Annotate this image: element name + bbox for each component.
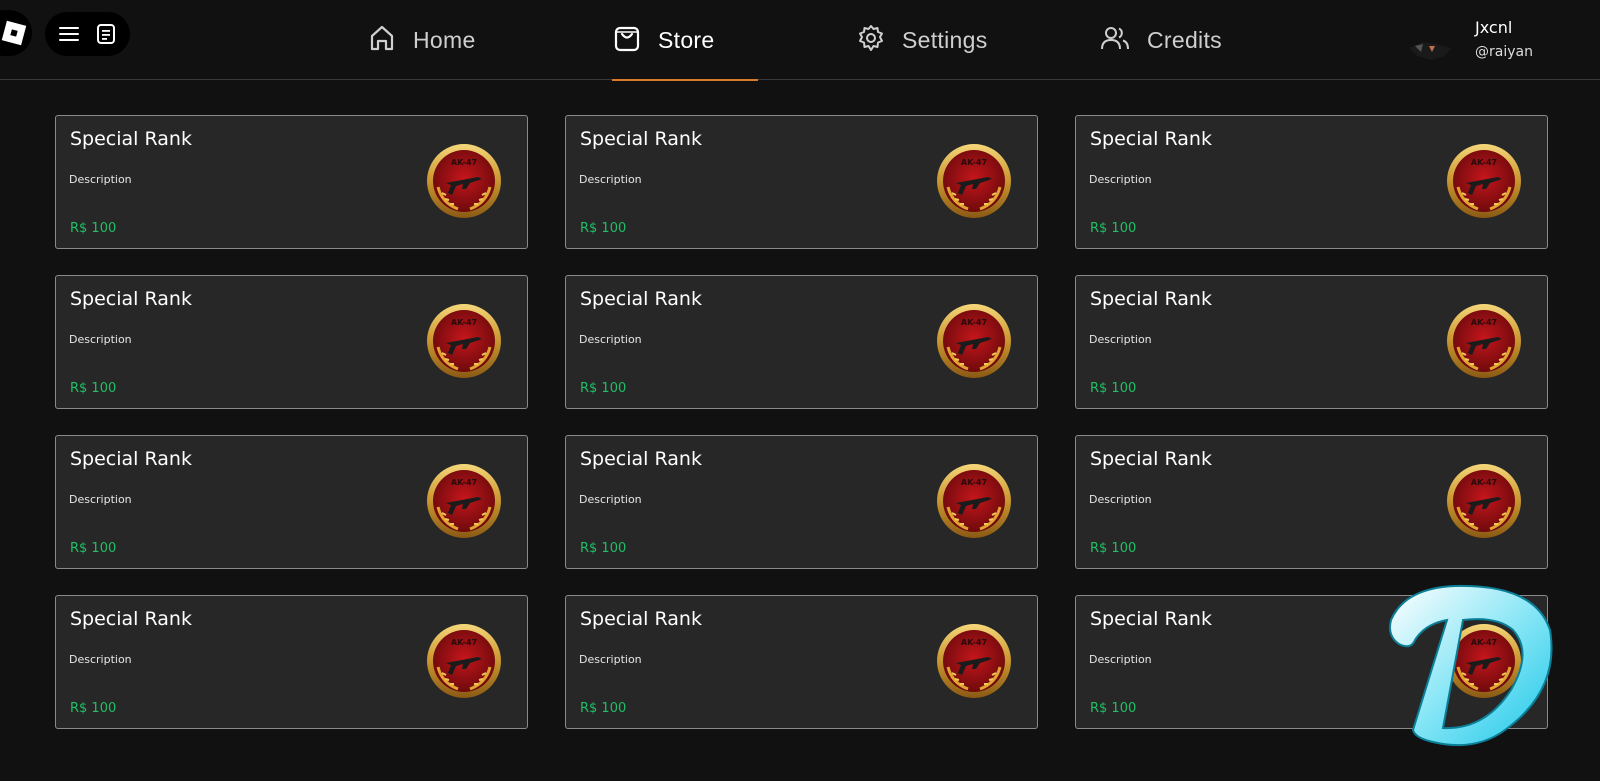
user-profile[interactable]: Jxcnl @raiyan	[1405, 14, 1595, 68]
item-title: Special Rank	[580, 608, 702, 630]
store-item-card[interactable]: Special Rank Description R$ 100 AK-47	[55, 595, 528, 729]
store-item-card[interactable]: Special Rank Description R$ 100 AK-47	[55, 435, 528, 569]
item-title: Special Rank	[1090, 448, 1212, 470]
item-description: Description	[1089, 173, 1152, 186]
rank-badge-icon: AK-47	[1446, 623, 1522, 699]
item-price: R$ 100	[70, 541, 117, 556]
rank-badge-icon: AK-47	[426, 303, 502, 379]
item-title: Special Rank	[70, 608, 192, 630]
item-title: Special Rank	[580, 288, 702, 310]
item-price: R$ 100	[1090, 541, 1137, 556]
avatar	[1405, 32, 1455, 66]
roblox-logo-icon	[1, 20, 27, 46]
nav-credits-label: Credits	[1147, 26, 1222, 53]
item-description: Description	[1089, 493, 1152, 506]
profile-name: Jxcnl	[1475, 18, 1513, 37]
item-price: R$ 100	[1090, 381, 1137, 396]
rank-badge-icon: AK-47	[936, 623, 1012, 699]
shopping-bag-icon	[612, 23, 642, 57]
item-description: Description	[69, 333, 132, 346]
rank-badge-icon: AK-47	[426, 463, 502, 539]
nav-settings-label: Settings	[902, 26, 988, 53]
rank-badge-icon: AK-47	[936, 463, 1012, 539]
hamburger-menu-icon[interactable]	[53, 18, 85, 50]
badge-ak47-text: AK-47	[961, 638, 987, 647]
item-price: R$ 100	[70, 221, 117, 236]
badge-ak47-text: AK-47	[1471, 158, 1497, 167]
rank-badge-icon: AK-47	[1446, 463, 1522, 539]
item-description: Description	[69, 493, 132, 506]
store-item-card[interactable]: Special Rank Description R$ 100 AK-47	[1075, 435, 1548, 569]
item-title: Special Rank	[70, 128, 192, 150]
store-item-card[interactable]: Special Rank Description R$ 100 AK-47	[1075, 275, 1548, 409]
item-price: R$ 100	[580, 541, 627, 556]
store-item-card[interactable]: Special Rank Description R$ 100 AK-47	[55, 275, 528, 409]
home-icon	[367, 23, 397, 57]
item-title: Special Rank	[580, 448, 702, 470]
badge-ak47-text: AK-47	[1471, 478, 1497, 487]
item-description: Description	[579, 333, 642, 346]
item-title: Special Rank	[70, 448, 192, 470]
badge-ak47-text: AK-47	[451, 158, 477, 167]
store-item-card[interactable]: Special Rank Description R$ 100 AK-47	[565, 435, 1038, 569]
item-description: Description	[579, 653, 642, 666]
item-price: R$ 100	[580, 221, 627, 236]
nav-store[interactable]: Store	[612, 0, 758, 81]
store-grid: Special Rank Description R$ 100 AK-47 Specia…	[55, 115, 1549, 729]
store-item-card[interactable]: Special Rank Description R$ 100 AK-47	[1075, 115, 1548, 249]
item-title: Special Rank	[1090, 288, 1212, 310]
gear-icon	[856, 23, 886, 57]
rank-badge-icon: AK-47	[1446, 143, 1522, 219]
badge-ak47-text: AK-47	[961, 158, 987, 167]
item-description: Description	[69, 173, 132, 186]
rank-badge-icon: AK-47	[426, 143, 502, 219]
item-price: R$ 100	[1090, 221, 1137, 236]
nav-home-label: Home	[413, 26, 476, 53]
badge-ak47-text: AK-47	[1471, 638, 1497, 647]
profile-handle: @raiyan	[1475, 44, 1533, 60]
item-price: R$ 100	[580, 701, 627, 716]
store-item-card[interactable]: Special Rank Description R$ 100 AK-47	[565, 595, 1038, 729]
item-title: Special Rank	[70, 288, 192, 310]
badge-ak47-text: AK-47	[961, 478, 987, 487]
nav-credits[interactable]: Credits	[1099, 0, 1239, 80]
rank-badge-icon: AK-47	[936, 303, 1012, 379]
roblox-menu-button[interactable]	[0, 10, 32, 56]
item-description: Description	[1089, 653, 1152, 666]
item-price: R$ 100	[70, 381, 117, 396]
rank-badge-icon: AK-47	[936, 143, 1012, 219]
item-title: Special Rank	[1090, 608, 1212, 630]
item-description: Description	[579, 173, 642, 186]
badge-ak47-text: AK-47	[1471, 318, 1497, 327]
item-description: Description	[579, 493, 642, 506]
badge-ak47-text: AK-47	[961, 318, 987, 327]
store-item-card[interactable]: Special Rank Description R$ 100 AK-47	[1075, 595, 1548, 729]
item-title: Special Rank	[1090, 128, 1212, 150]
badge-ak47-text: AK-47	[451, 638, 477, 647]
users-icon	[1099, 23, 1131, 57]
nav-home[interactable]: Home	[367, 0, 487, 80]
rank-badge-icon: AK-47	[1446, 303, 1522, 379]
top-bar: Home Store Settings Credits Jxcnl @raiya…	[0, 0, 1600, 81]
item-price: R$ 100	[70, 701, 117, 716]
store-item-card[interactable]: Special Rank Description R$ 100 AK-47	[55, 115, 528, 249]
store-item-card[interactable]: Special Rank Description R$ 100 AK-47	[565, 115, 1038, 249]
item-title: Special Rank	[580, 128, 702, 150]
nav-store-label: Store	[658, 26, 715, 53]
nav-settings[interactable]: Settings	[856, 0, 1006, 80]
rank-badge-icon: AK-47	[426, 623, 502, 699]
toolbar-pill	[45, 12, 130, 56]
store-item-card[interactable]: Special Rank Description R$ 100 AK-47	[565, 275, 1038, 409]
item-description: Description	[69, 653, 132, 666]
badge-ak47-text: AK-47	[451, 478, 477, 487]
item-price: R$ 100	[1090, 701, 1137, 716]
item-price: R$ 100	[580, 381, 627, 396]
item-description: Description	[1089, 333, 1152, 346]
badge-ak47-text: AK-47	[451, 318, 477, 327]
chat-notes-icon[interactable]	[90, 18, 122, 50]
